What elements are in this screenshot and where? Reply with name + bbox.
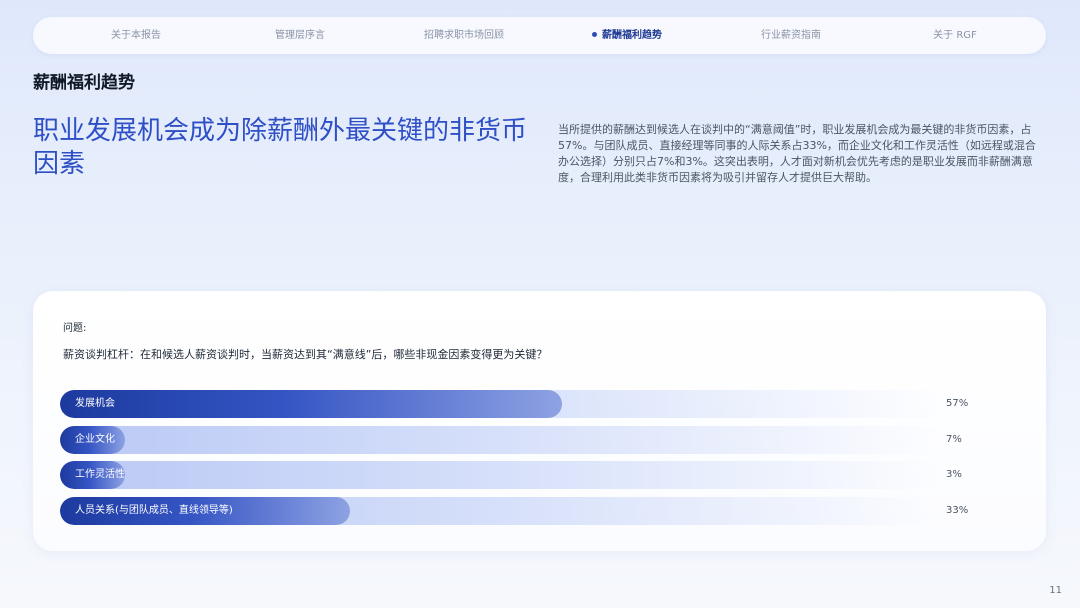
- section-title: 薪酬福利趋势: [33, 73, 135, 93]
- bar-label-culture: 企业文化: [75, 434, 115, 445]
- nav-item-salary-guide[interactable]: 行业薪资指南: [761, 17, 821, 54]
- nav-item-recruitment-review[interactable]: 招聘求职市场回顾: [424, 17, 504, 54]
- bar-track: [60, 390, 940, 418]
- bar-row-culture: 企业文化 7%: [60, 426, 1028, 454]
- headline: 职业发展机会成为除薪酬外最关键的非货币因素: [33, 116, 528, 179]
- bar-value-relationships: 33%: [946, 505, 969, 516]
- bar-row-development: 发展机会 57%: [60, 390, 1028, 418]
- bar-value-culture: 7%: [946, 434, 962, 445]
- bar-label-relationships: 人员关系(与团队成员、直线领导等): [75, 505, 233, 516]
- bar-row-flexibility: 工作灵活性 3%: [60, 461, 1028, 489]
- question-label: 问题:: [63, 323, 87, 334]
- bar-track: [60, 426, 940, 454]
- bar-development: [60, 390, 562, 418]
- bar-label-flexibility: 工作灵活性: [75, 469, 125, 480]
- description-paragraph: 当所提供的薪酬达到候选人在谈判中的“满意阈值”时，职业发展机会成为最关键的非货币…: [558, 123, 1036, 184]
- bar-label-development: 发展机会: [75, 398, 115, 409]
- question-text: 薪资谈判杠杆：在和候选人薪资谈判时，当薪资达到其“满意线”后，哪些非现金因素变得…: [63, 348, 548, 361]
- page-number: 11: [1049, 585, 1062, 596]
- nav-item-management-preface[interactable]: 管理层序言: [275, 17, 325, 54]
- bar-row-relationships: 人员关系(与团队成员、直线领导等) 33%: [60, 497, 1028, 525]
- survey-card: 问题: 薪资谈判杠杆：在和候选人薪资谈判时，当薪资达到其“满意线”后，哪些非现金…: [33, 291, 1046, 551]
- active-indicator-dot: [592, 32, 597, 37]
- nav-item-about-rgf[interactable]: 关于 RGF: [933, 17, 977, 54]
- bar-value-development: 57%: [946, 398, 969, 409]
- nav-item-compensation-trends[interactable]: 薪酬福利趋势: [592, 17, 662, 54]
- bar-track: [60, 461, 940, 489]
- top-navigation: 关于本报告 管理层序言 招聘求职市场回顾 薪酬福利趋势 行业薪资指南 关于 RG…: [33, 17, 1046, 54]
- bar-value-flexibility: 3%: [946, 469, 962, 480]
- nav-item-about-report[interactable]: 关于本报告: [111, 17, 161, 54]
